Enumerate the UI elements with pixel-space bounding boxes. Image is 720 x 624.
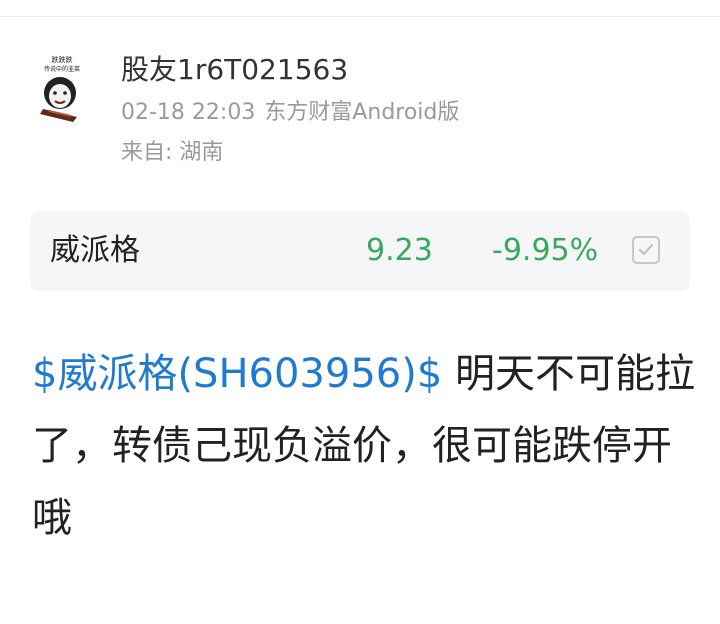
post-page: 跌跌跌 传说中的韭菜 股友1r6T021563 02-18 22:03 东方财富A… bbox=[0, 0, 720, 624]
avatar-caption-bottom: 传说中的韭菜 bbox=[44, 65, 80, 73]
post-source: 东方财富Android版 bbox=[264, 100, 460, 125]
stock-price: 9.23 bbox=[366, 233, 433, 268]
stock-name: 威派格 bbox=[50, 233, 140, 268]
post-content: $威派格(SH603956)$ 明天不可能拉了，转债己现负溢价，很可能跌停开哦 bbox=[32, 338, 697, 554]
stock-card[interactable]: 威派格 9.23 -9.95% bbox=[30, 211, 690, 291]
avatar[interactable]: 跌跌跌 传说中的韭菜 bbox=[35, 53, 89, 123]
check-mark-icon bbox=[639, 244, 653, 255]
avatar-caption-top: 跌跌跌 bbox=[52, 55, 73, 64]
avatar-image: 跌跌跌 传说中的韭菜 bbox=[35, 53, 89, 123]
post-meta: 02-18 22:03 东方财富Android版 bbox=[121, 98, 459, 128]
checkbox-icon[interactable] bbox=[632, 236, 660, 264]
post-time: 02-18 22:03 bbox=[121, 100, 256, 125]
post-location: 来自: 湖南 bbox=[121, 140, 224, 165]
stock-link[interactable]: $威派格(SH603956)$ bbox=[32, 351, 442, 397]
username[interactable]: 股友1r6T021563 bbox=[121, 52, 348, 88]
top-divider bbox=[0, 16, 720, 17]
stock-change: -9.95% bbox=[492, 233, 599, 268]
